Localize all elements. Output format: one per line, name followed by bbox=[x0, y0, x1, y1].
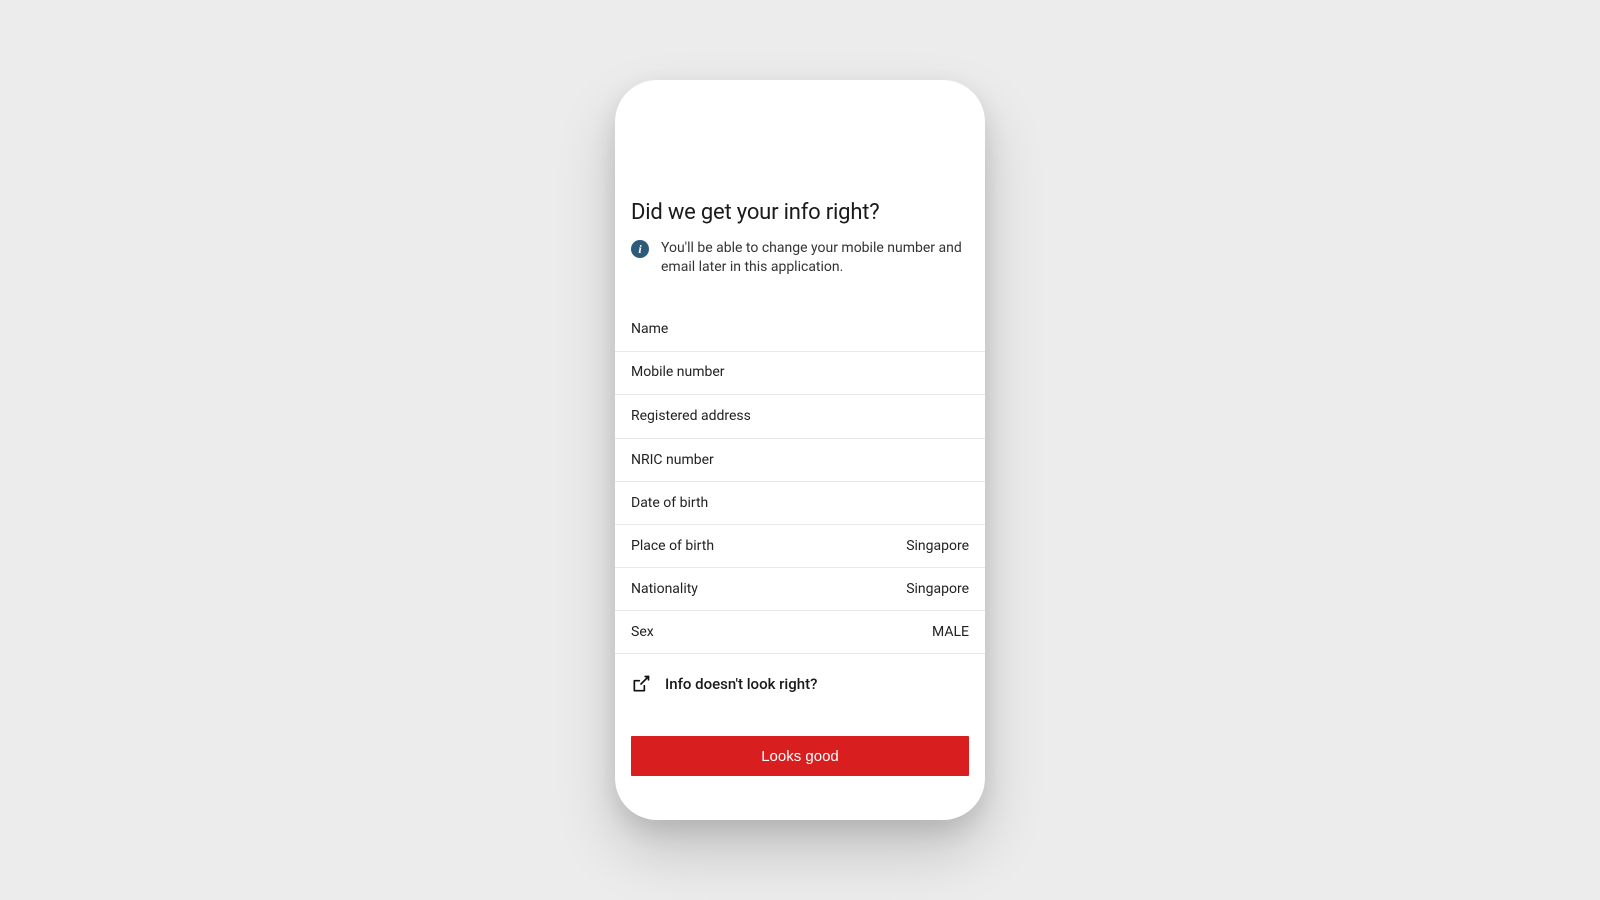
external-link-icon bbox=[631, 674, 651, 694]
info-correction-link[interactable]: Info doesn't look right? bbox=[615, 654, 985, 702]
header: Did we get your info right? i You'll be … bbox=[615, 200, 985, 291]
label-pob: Place of birth bbox=[631, 538, 714, 556]
label-nationality: Nationality bbox=[631, 581, 698, 599]
page-title: Did we get your info right? bbox=[631, 200, 969, 225]
info-notice: i You'll be able to change your mobile n… bbox=[631, 239, 969, 277]
info-icon: i bbox=[631, 240, 649, 258]
info-list: Name Mobile number Registered address NR… bbox=[615, 309, 985, 655]
row-nationality: Nationality Singapore bbox=[615, 568, 985, 611]
label-name: Name bbox=[631, 321, 668, 339]
row-sex: Sex MALE bbox=[615, 611, 985, 654]
value-pob: Singapore bbox=[906, 538, 969, 554]
footer: Looks good bbox=[615, 720, 985, 820]
device-frame: Did we get your info right? i You'll be … bbox=[615, 80, 985, 820]
value-sex: MALE bbox=[932, 624, 969, 640]
row-nric: NRIC number bbox=[615, 439, 985, 482]
value-nationality: Singapore bbox=[906, 581, 969, 597]
row-dob: Date of birth bbox=[615, 482, 985, 525]
row-mobile: Mobile number bbox=[615, 352, 985, 395]
looks-good-button[interactable]: Looks good bbox=[631, 736, 969, 776]
label-nric: NRIC number bbox=[631, 452, 714, 470]
label-sex: Sex bbox=[631, 624, 654, 642]
row-name: Name bbox=[615, 309, 985, 352]
info-notice-text: You'll be able to change your mobile num… bbox=[661, 239, 969, 277]
label-mobile: Mobile number bbox=[631, 364, 725, 382]
row-pob: Place of birth Singapore bbox=[615, 525, 985, 568]
info-correction-label: Info doesn't look right? bbox=[665, 675, 817, 693]
label-address: Registered address bbox=[631, 406, 751, 428]
row-address: Registered address bbox=[615, 395, 985, 440]
label-dob: Date of birth bbox=[631, 495, 708, 513]
screen: Did we get your info right? i You'll be … bbox=[615, 80, 985, 820]
